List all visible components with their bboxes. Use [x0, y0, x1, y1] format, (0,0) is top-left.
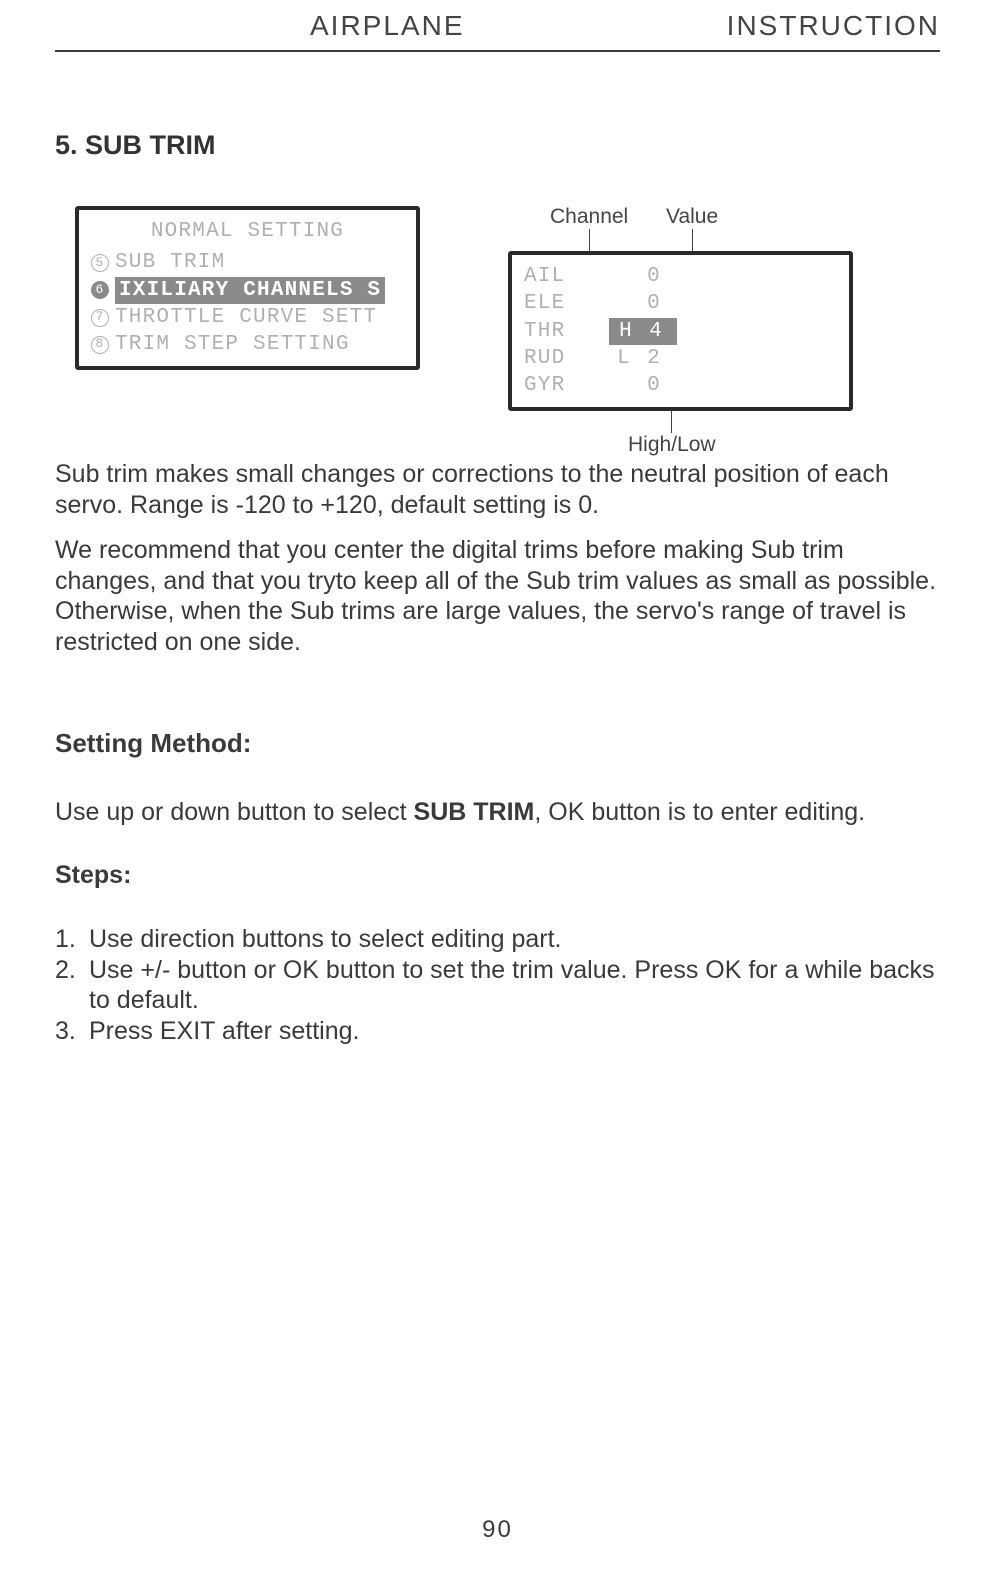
step-item: 1.Use direction buttons to select editin… — [55, 924, 940, 955]
lcd-menu-item: 8 TRIM STEP SETTING — [91, 331, 404, 358]
step-item: 2.Use +/- button or OK button to set the… — [55, 955, 940, 1016]
step-number: 2. — [55, 955, 89, 1016]
channel-direction: H — [611, 318, 641, 345]
steps-list: 1.Use direction buttons to select editin… — [55, 924, 940, 1046]
channel-direction — [609, 263, 639, 290]
step-number: 3. — [55, 1016, 89, 1047]
paragraph-2: We recommend that you center the digital… — [55, 535, 940, 658]
menu-item-label: TRIM STEP SETTING — [115, 331, 350, 358]
header-left: AIRPLANE — [310, 10, 465, 42]
lcd-channel-row: AIL 0 — [524, 263, 837, 290]
callout-highlow: High/Low — [628, 411, 716, 457]
step-text: Use direction buttons to select editing … — [89, 924, 562, 955]
lcd-channel-row: GYR 0 — [524, 372, 837, 399]
step-text: Press EXIT after setting. — [89, 1016, 359, 1047]
menu-item-label: THROTTLE CURVE SETT — [115, 304, 377, 331]
lcd-right-wrap: Channel Value AIL0ELE0THRH4RUDL2GYR0 Hig… — [508, 251, 853, 411]
step-number: 1. — [55, 924, 89, 955]
channel-value: 2 — [639, 345, 669, 372]
lcd-channel-row: ELE 0 — [524, 290, 837, 317]
lcd-menu-item: 6 IXILIARY CHANNELS S — [91, 277, 404, 304]
lcd-left: NORMAL SETTING 5 SUB TRIM 6 IXILIARY CHANNE… — [75, 206, 420, 370]
page-header: AIRPLANE INSTRUCTION — [55, 0, 940, 52]
channel-value: 4 — [641, 318, 671, 345]
step-item: 3.Press EXIT after setting. — [55, 1016, 940, 1047]
menu-item-label: SUB TRIM — [115, 249, 225, 276]
menu-item-label: IXILIARY CHANNELS S — [115, 277, 385, 304]
menu-item-number: 7 — [91, 309, 109, 327]
menu-item-number: 6 — [91, 281, 109, 299]
lcd-channel-row: THRH4 — [524, 318, 837, 345]
setting-method-head: Setting Method: — [55, 728, 940, 759]
setting-method-text: Use up or down button to select SUB TRIM… — [55, 797, 940, 828]
lcd-menu-item: 5 SUB TRIM — [91, 249, 404, 276]
channel-direction — [609, 372, 639, 399]
lcd-left-wrap: NORMAL SETTING 5 SUB TRIM 6 IXILIARY CHANNE… — [75, 206, 420, 370]
lcd-right: AIL0ELE0THRH4RUDL2GYR0 — [508, 251, 853, 411]
channel-name: RUD — [524, 345, 609, 372]
lcd-left-title: NORMAL SETTING — [91, 218, 404, 245]
channel-direction — [609, 290, 639, 317]
channel-value: 0 — [639, 263, 669, 290]
channel-name: AIL — [524, 263, 609, 290]
menu-item-number: 5 — [91, 254, 109, 272]
callout-channel: Channel — [550, 205, 628, 251]
lcd-menu-item: 7 THROTTLE CURVE SETT — [91, 304, 404, 331]
lcd-screens-row: NORMAL SETTING 5 SUB TRIM 6 IXILIARY CHANNE… — [75, 206, 940, 411]
page-number: 90 — [0, 1516, 995, 1544]
steps-head: Steps: — [55, 861, 940, 890]
header-right: INSTRUCTION — [727, 10, 940, 42]
lcd-channel-row: RUDL2 — [524, 345, 837, 372]
section-title: 5. SUB TRIM — [55, 130, 940, 161]
step-text: Use +/- button or OK button to set the t… — [89, 955, 940, 1016]
channel-name: ELE — [524, 290, 609, 317]
channel-name: THR — [524, 318, 609, 345]
paragraph-1: Sub trim makes small changes or correcti… — [55, 459, 940, 521]
channel-direction: L — [609, 345, 639, 372]
callout-value: Value — [666, 205, 718, 251]
channel-name: GYR — [524, 372, 609, 399]
channel-value: 0 — [639, 372, 669, 399]
channel-value: 0 — [639, 290, 669, 317]
menu-item-number: 8 — [91, 336, 109, 354]
